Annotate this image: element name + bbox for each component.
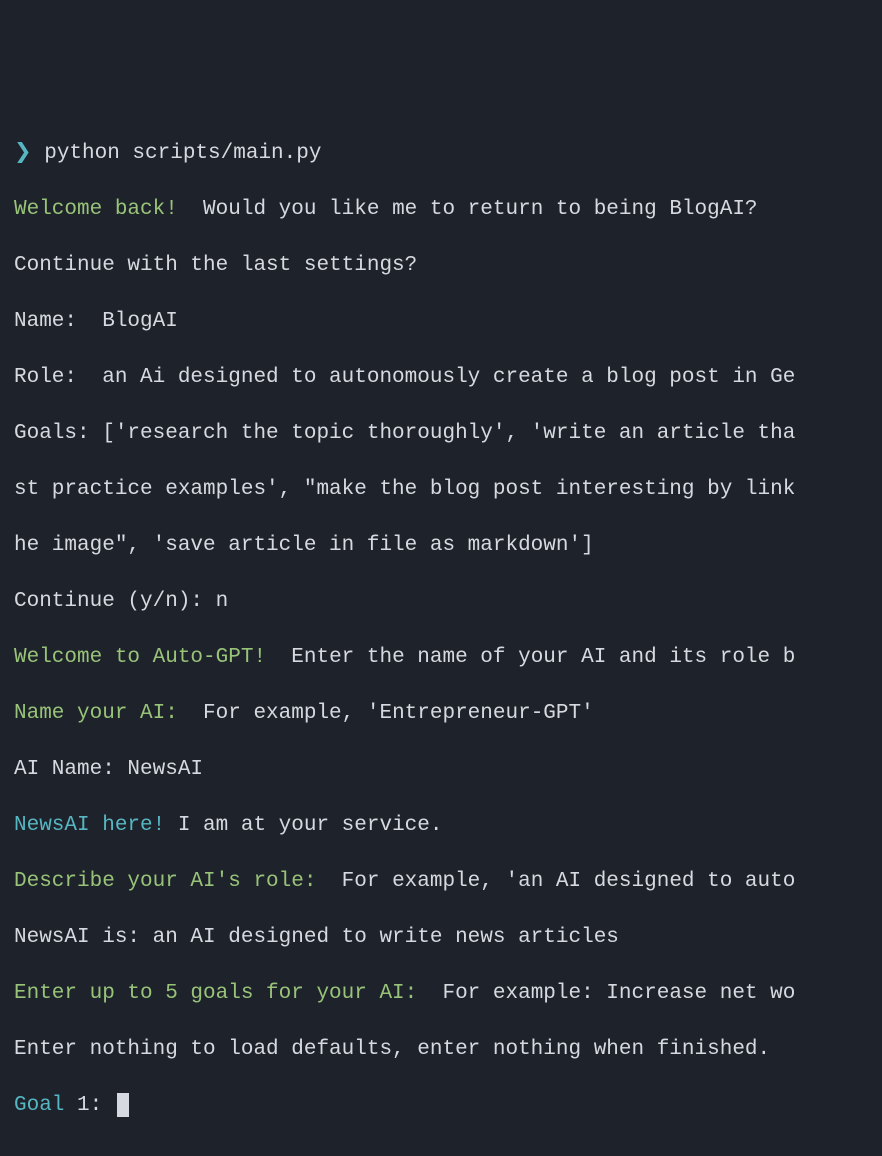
role-line: Role: an Ai designed to autonomously cre… — [14, 364, 868, 392]
ai-name-input-line: AI Name: NewsAI — [14, 756, 868, 784]
goal-label: Goal — [14, 1094, 64, 1117]
continue-settings-line: Continue with the last settings? — [14, 252, 868, 280]
goals-line-2: st practice examples', "make the blog po… — [14, 476, 868, 504]
goals-line-1: Goals: ['research the topic thoroughly',… — [14, 420, 868, 448]
output-line: Welcome back! Would you like me to retur… — [14, 196, 868, 224]
output-line: Welcome to Auto-GPT! Enter the name of y… — [14, 644, 868, 672]
welcome-autogpt-label: Welcome to Auto-GPT! — [14, 646, 279, 669]
newsai-here-label: NewsAI here! — [14, 814, 165, 837]
at-service-text: I am at your service. — [165, 814, 442, 837]
return-question: Would you like me to return to being Blo… — [190, 198, 757, 221]
prompt-arrow-icon: ❯ — [14, 142, 32, 165]
enter-name-text: Enter the name of your AI and its role b — [279, 646, 796, 669]
continue-prompt-line: Continue (y/n): n — [14, 588, 868, 616]
command-text: python scripts/main.py — [44, 142, 321, 165]
output-line: Name your AI: For example, 'Entrepreneur… — [14, 700, 868, 728]
name-example-text: For example, 'Entrepreneur-GPT' — [190, 702, 593, 725]
goal-number: 1: — [64, 1094, 114, 1117]
output-line: Enter up to 5 goals for your AI: For exa… — [14, 980, 868, 1008]
goal-input-line[interactable]: Goal 1: — [14, 1092, 868, 1120]
name-ai-label: Name your AI: — [14, 702, 190, 725]
name-line: Name: BlogAI — [14, 308, 868, 336]
output-line: Describe your AI's role: For example, 'a… — [14, 868, 868, 896]
cursor-icon — [117, 1093, 129, 1117]
role-input-line: NewsAI is: an AI designed to write news … — [14, 924, 868, 952]
goals-line-3: he image", 'save article in file as mark… — [14, 532, 868, 560]
welcome-back-label: Welcome back! — [14, 198, 190, 221]
role-example-text: For example, 'an AI designed to auto — [329, 870, 795, 893]
enter-goals-label: Enter up to 5 goals for your AI: — [14, 982, 430, 1005]
goals-example-text: For example: Increase net wo — [430, 982, 795, 1005]
terminal-output[interactable]: ❯ python scripts/main.py Welcome back! W… — [0, 112, 882, 1148]
describe-role-label: Describe your AI's role: — [14, 870, 329, 893]
defaults-hint-line: Enter nothing to load defaults, enter no… — [14, 1036, 868, 1064]
prompt-line: ❯ python scripts/main.py — [14, 140, 868, 168]
output-line: NewsAI here! I am at your service. — [14, 812, 868, 840]
